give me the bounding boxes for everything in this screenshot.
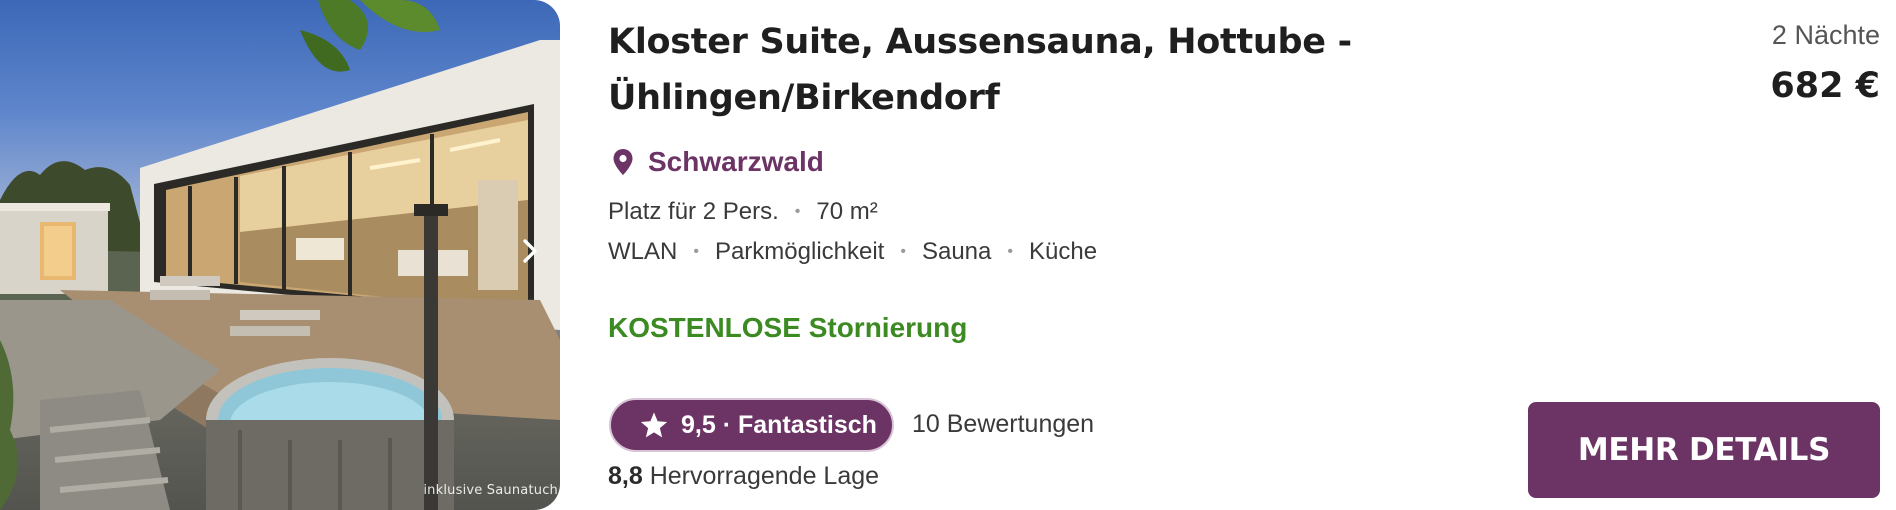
photo-caption: inklusive Saunatuch: [423, 483, 558, 498]
amenity-parking: Parkmöglichkeit: [714, 238, 885, 265]
listing-photo[interactable]: inklusive Saunatuch: [0, 0, 560, 510]
capacity-row: Platz für 2 Pers. • 70 m²: [608, 198, 878, 226]
price-amount: 682 €: [1770, 66, 1880, 106]
nights-label: 2 Nächte: [1771, 20, 1880, 50]
chevron-right-icon: [523, 239, 537, 263]
capacity-label: Platz für 2 Pers.: [608, 198, 779, 225]
rating-badge-label: 9,5 · Fantastisch: [681, 410, 877, 439]
listing-title-line-2: Ühlingen/Birkendorf: [608, 78, 1000, 118]
location-score-value: 8,8: [608, 462, 643, 490]
listing-card: inklusive Saunatuch Kloster Suite, Ausse…: [0, 0, 1896, 510]
location-score-label: Hervorragende Lage: [649, 462, 880, 490]
next-photo-button[interactable]: [522, 238, 552, 268]
listing-photo-illustration: [0, 0, 560, 510]
location-score: 8,8 Hervorragende Lage: [608, 462, 879, 491]
separator-dot: •: [693, 243, 699, 260]
listing-title[interactable]: Kloster Suite, Aussensauna, Hottube - Üh…: [608, 14, 1368, 126]
rating-badge[interactable]: 9,5 · Fantastisch: [609, 398, 894, 452]
location-label: Schwarzwald: [648, 146, 824, 177]
more-details-button[interactable]: MEHR DETAILS: [1528, 402, 1880, 498]
free-cancellation-label: KOSTENLOSE Stornierung: [608, 312, 968, 343]
separator-dot: •: [794, 203, 801, 220]
separator-dot: •: [1007, 243, 1013, 260]
amenity-sauna: Sauna: [921, 238, 992, 265]
listing-title-line-1: Kloster Suite, Aussensauna, Hottube -: [608, 22, 1352, 62]
separator-dot: •: [900, 243, 906, 260]
location-row: Schwarzwald: [612, 144, 824, 180]
reviews-count-link[interactable]: 10 Bewertungen: [912, 410, 1094, 439]
size-label: 70 m²: [816, 198, 878, 225]
map-pin-icon: [613, 149, 633, 175]
amenities-row: WLAN • Parkmöglichkeit • Sauna • Küche: [608, 238, 1097, 266]
amenity-kitchen: Küche: [1028, 238, 1098, 265]
star-icon: [640, 411, 668, 437]
amenity-wlan: WLAN: [608, 238, 678, 265]
